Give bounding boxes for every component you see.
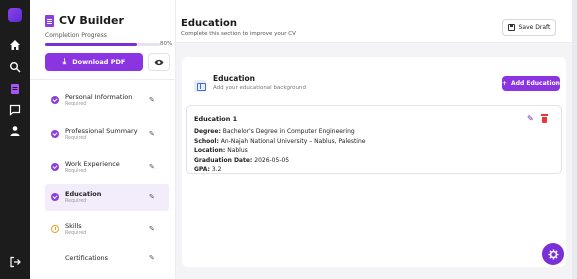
plus-icon: + (502, 80, 508, 87)
preview-button[interactable] (148, 53, 170, 71)
search-icon[interactable] (9, 61, 21, 73)
document-icon[interactable] (9, 83, 21, 95)
sidebar-item-label: Professional Summary (65, 127, 138, 135)
download-pdf-button[interactable]: ⤓ Download PDF (45, 53, 143, 71)
sidebar-item-education[interactable]: Education Required ✎ (45, 184, 169, 211)
sidebar-item-sublabel: Required (65, 102, 87, 107)
school-value: An-Najah National University – Nablus, P… (220, 137, 366, 145)
completed-check-icon (51, 163, 59, 171)
delete-icon[interactable] (541, 114, 548, 123)
sidebar: CV Builder Completion Progress 80% ⤓ Dow… (30, 0, 176, 279)
edit-pencil-icon[interactable]: ✎ (149, 254, 157, 262)
download-icon: ⤓ (62, 57, 67, 66)
edit-pencil-icon[interactable]: ✎ (149, 225, 157, 233)
graduation-label: Graduation Date: (194, 156, 253, 164)
section-title: Education (213, 74, 255, 83)
sidebar-item-sublabel: Required (65, 231, 87, 236)
entry-gpa: GPA: 3.2 (194, 165, 365, 175)
sidebar-item-sublabel: Required (65, 169, 87, 174)
progress-bar (45, 43, 160, 46)
edit-pencil-icon[interactable]: ✎ (149, 163, 157, 171)
book-icon (194, 80, 206, 92)
main-header: Education Complete this section to impro… (176, 0, 572, 43)
sidebar-item-label: Education (65, 190, 102, 198)
edit-pencil-icon[interactable]: ✎ (149, 96, 157, 104)
settings-fab-button[interactable] (542, 243, 564, 265)
download-pdf-label: Download PDF (72, 58, 126, 66)
logout-icon[interactable] (9, 256, 21, 268)
completed-check-icon (51, 193, 59, 201)
sidebar-item-professional-summary[interactable]: Professional Summary Required ✎ (45, 121, 169, 148)
sidebar-item-skills[interactable]: Skills Required ✎ (45, 216, 169, 243)
save-draft-button[interactable]: Save Draft (502, 19, 556, 36)
completed-check-icon (51, 130, 59, 138)
save-icon (507, 24, 515, 31)
entry-school: School: An-Najah National University – N… (194, 137, 365, 147)
app-title: CV Builder (59, 14, 124, 27)
edit-pencil-icon[interactable]: ✎ (149, 130, 157, 138)
eye-icon (154, 59, 164, 65)
graduation-value: 2026-05-05 (254, 156, 290, 164)
education-card: Education Add your educational backgroun… (182, 57, 566, 267)
entry-location: Location: Nablus (194, 146, 365, 156)
progress-bar-fill (45, 43, 137, 46)
progress-percent: 80% (160, 41, 173, 47)
sidebar-divider (30, 79, 176, 80)
section-subtitle: Add your educational background (213, 85, 306, 91)
save-draft-label: Save Draft (518, 24, 551, 31)
window-edge (572, 0, 577, 279)
degree-value: Bachelor's Degree in Computer Engineerin… (222, 128, 355, 135)
edit-pencil-icon[interactable]: ✎ (149, 193, 157, 201)
pending-warning-icon (51, 225, 59, 233)
sidebar-item-label: Personal Information (65, 93, 133, 101)
entry-graduation-date: Graduation Date: 2026-05-05 (194, 156, 365, 166)
sidebar-item-label: Certifications (65, 254, 109, 262)
add-education-button[interactable]: + Add Education (502, 76, 560, 91)
gpa-label: GPA: (194, 166, 210, 173)
sidebar-item-label: Work Experience (65, 160, 120, 168)
location-value: Nablus (227, 147, 248, 154)
entry-degree: Degree: Bachelor's Degree in Computer En… (194, 127, 365, 137)
page-title: Education (181, 18, 237, 29)
school-label: School: (194, 137, 219, 145)
sidebar-item-personal-information[interactable]: Personal Information Required ✎ (45, 87, 169, 114)
page-subtitle: Complete this section to improve your CV (181, 31, 296, 37)
sidebar-item-work-experience[interactable]: Work Experience Required ✎ (45, 154, 169, 181)
main-content: Education Complete this section to impro… (176, 0, 572, 279)
gear-icon (547, 248, 559, 260)
edit-icon[interactable]: ✎ (527, 115, 535, 123)
sidebar-item-label: Skills (65, 222, 82, 230)
location-label: Location: (194, 147, 226, 154)
education-entry: Education 1 ✎ Degree: Bachelor's Degree … (186, 105, 562, 174)
completed-check-icon (51, 96, 59, 104)
entry-title: Education 1 (194, 115, 238, 123)
user-icon[interactable] (9, 125, 21, 137)
sidebar-item-sublabel: Required (65, 136, 87, 141)
app-logo-icon[interactable] (8, 8, 22, 22)
degree-label: Degree: (194, 128, 221, 135)
cv-document-icon (45, 14, 54, 27)
sidebar-item-certifications[interactable]: Certifications ✎ (45, 245, 169, 272)
sidebar-title: CV Builder (45, 14, 124, 27)
home-icon[interactable] (9, 39, 21, 51)
progress-label: Completion Progress (45, 32, 107, 39)
app-rail (0, 0, 30, 279)
chat-icon[interactable] (9, 104, 21, 116)
gpa-value: 3.2 (211, 166, 222, 173)
sidebar-item-sublabel: Required (65, 199, 87, 204)
add-education-label: Add Education (511, 80, 560, 87)
